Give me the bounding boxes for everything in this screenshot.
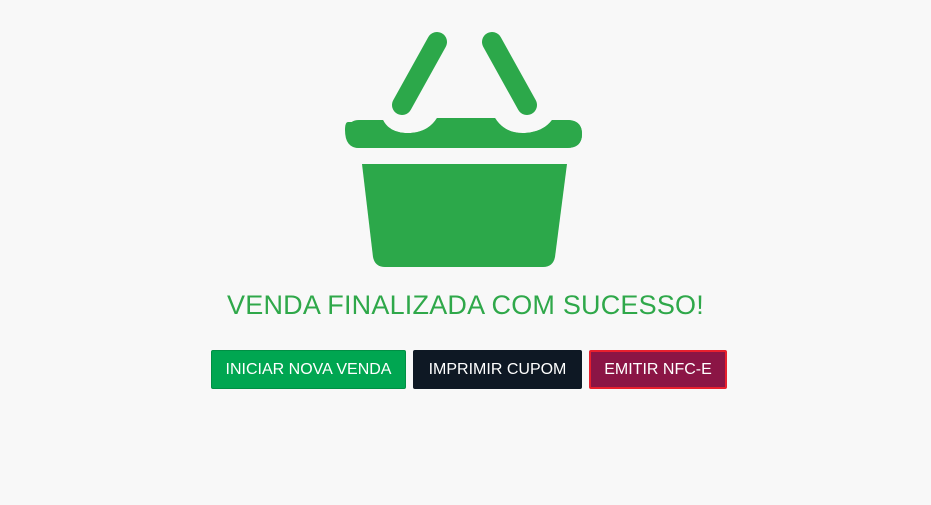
action-buttons: INICIAR NOVA VENDA IMPRIMIR CUPOM EMITIR… — [0, 350, 931, 389]
emit-nfce-button[interactable]: EMITIR NFC-E — [589, 350, 727, 389]
sale-complete-page: VENDA FINALIZADA COM SUCESSO! INICIAR NO… — [0, 0, 931, 505]
shopping-basket-icon — [345, 32, 582, 267]
new-sale-button[interactable]: INICIAR NOVA VENDA — [211, 350, 406, 389]
print-receipt-button[interactable]: IMPRIMIR CUPOM — [413, 350, 582, 389]
success-message: VENDA FINALIZADA COM SUCESSO! — [227, 290, 704, 320]
